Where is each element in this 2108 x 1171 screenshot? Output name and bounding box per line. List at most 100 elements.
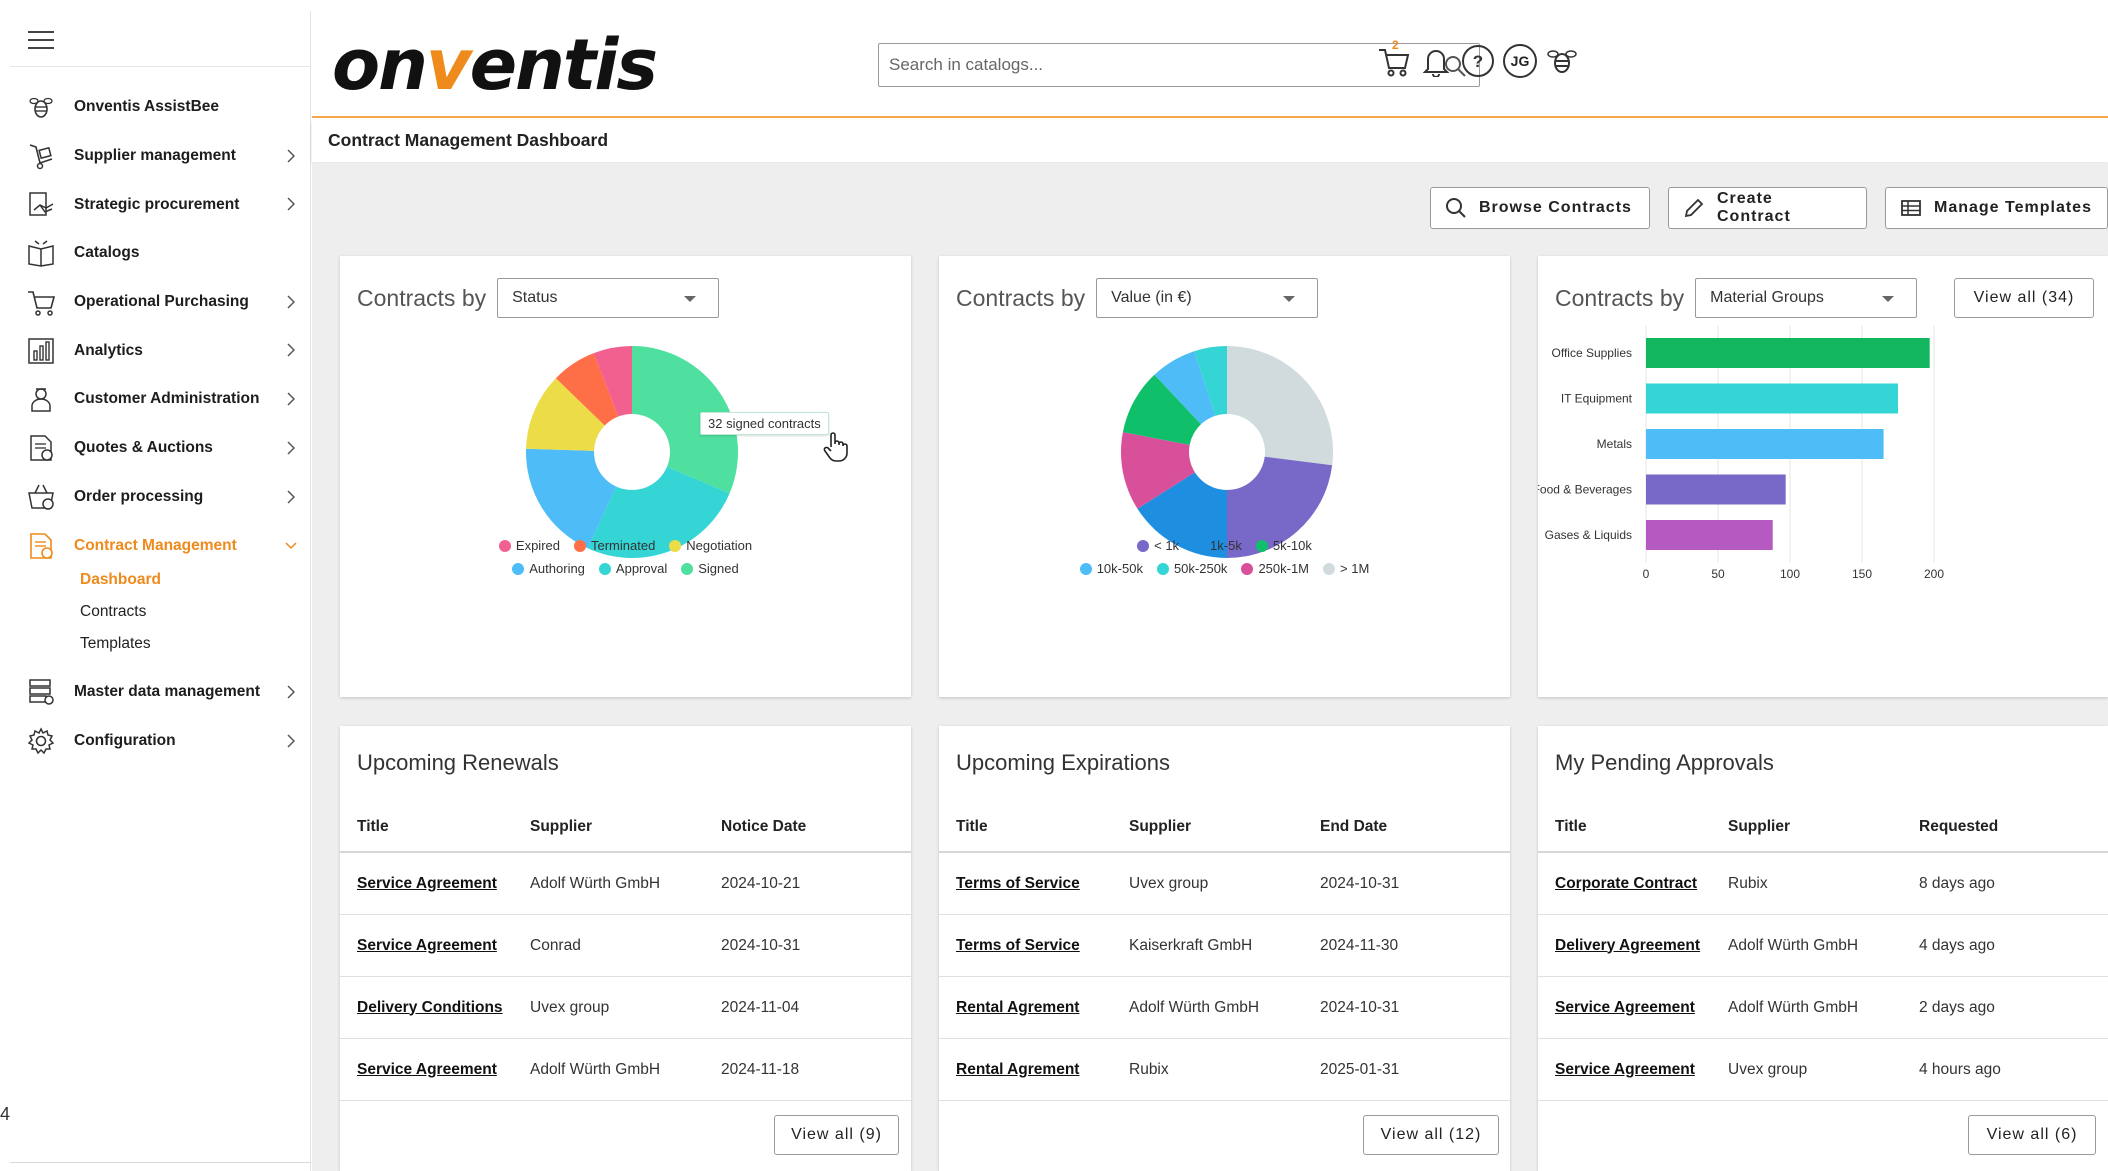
- chevron-right-icon: [287, 197, 295, 211]
- sidebar-item-onventis-assistbee[interactable]: Onventis AssistBee: [10, 83, 311, 132]
- table-header: Title Supplier End Date: [939, 802, 1510, 853]
- bar-it-equipment[interactable]: [1646, 383, 1898, 414]
- column-header[interactable]: Requested: [1919, 818, 2108, 836]
- column-header[interactable]: End Date: [1320, 818, 1510, 836]
- expirations-view-all-button[interactable]: View all (12): [1363, 1115, 1499, 1155]
- handshake-icon: [26, 190, 56, 220]
- status-select[interactable]: Status: [497, 278, 720, 318]
- legend-item[interactable]: Signed: [681, 561, 739, 576]
- legend-dot: [681, 562, 694, 575]
- sidebar-item-strategic-procurement[interactable]: Strategic procurement: [10, 180, 311, 229]
- chevron-right-icon: [287, 343, 295, 357]
- sidebar-item-analytics[interactable]: Analytics: [10, 326, 311, 375]
- sidebar-item-catalogs[interactable]: Catalogs: [10, 229, 311, 278]
- browse-contracts-button[interactable]: Browse Contracts: [1430, 187, 1650, 229]
- bar-metals[interactable]: [1646, 429, 1884, 459]
- legend-label: Negotiation: [686, 538, 753, 553]
- column-header[interactable]: Title: [340, 818, 530, 836]
- svg-text:?: ?: [1473, 52, 1483, 71]
- legend-item[interactable]: 5k-10k: [1255, 538, 1312, 553]
- bar-food-beverages[interactable]: [1646, 474, 1786, 505]
- sidebar-item-contract-management[interactable]: Contract Management: [10, 521, 311, 570]
- legend-item[interactable]: Negotiation: [669, 538, 752, 553]
- chevron-right-icon: [287, 489, 295, 504]
- donut-hole: [594, 414, 670, 490]
- contract-title-link[interactable]: Rental Agrement: [939, 1061, 1129, 1079]
- y-category-label: Gases & Liquids: [1545, 528, 1632, 542]
- cart-button[interactable]: 2: [1374, 38, 1414, 81]
- legend-item[interactable]: Terminated: [573, 538, 655, 553]
- contract-title-link[interactable]: Corporate Contract: [1538, 875, 1728, 893]
- contract-title-link[interactable]: Service Agreement: [340, 875, 530, 893]
- sidebar-item-supplier-management[interactable]: Supplier management: [10, 132, 311, 181]
- column-header[interactable]: Title: [1538, 818, 1728, 836]
- column-header[interactable]: Supplier: [530, 818, 721, 836]
- supplier-icon: [26, 141, 56, 171]
- sidebar-item-quotes-auctions[interactable]: Quotes & Auctions: [10, 424, 311, 473]
- user-avatar-button[interactable]: JG: [1500, 41, 1540, 81]
- column-header[interactable]: Notice Date: [721, 818, 911, 836]
- avatar: JG: [1503, 44, 1537, 78]
- sidebar-item-configuration[interactable]: Configuration: [10, 717, 311, 766]
- legend-item[interactable]: < 1k: [1137, 538, 1179, 553]
- column-header[interactable]: Supplier: [1129, 818, 1320, 836]
- sidebar-item-order-processing[interactable]: Order processing: [10, 473, 311, 522]
- legend-item[interactable]: 50k-250k: [1156, 561, 1227, 576]
- bar-office-supplies[interactable]: [1646, 338, 1930, 368]
- value-select[interactable]: Value (in €): [1096, 278, 1319, 318]
- material-chart-card: Contracts by Material Groups View all (3…: [1538, 256, 2108, 697]
- contract-title-link[interactable]: Terms of Service: [939, 875, 1129, 893]
- legend-dot: [498, 539, 511, 552]
- renewals-title: Upcoming Renewals: [357, 750, 559, 775]
- create-contract-button[interactable]: Create Contract: [1668, 187, 1867, 229]
- contract-title-link[interactable]: Service Agreement: [1538, 999, 1728, 1017]
- sidebar-item-customer-administration[interactable]: Customer Administration: [10, 375, 311, 424]
- bee-icon: [1547, 50, 1577, 73]
- contract-title-link[interactable]: Delivery Agreement: [1538, 937, 1728, 955]
- bar-gases-liquids[interactable]: [1646, 520, 1773, 550]
- sidebar-item-label: Master data management: [74, 683, 261, 701]
- supplier-cell: Uvex group: [1728, 1060, 1808, 1078]
- sidebar-item-master-data-management[interactable]: Master data management: [10, 668, 311, 717]
- table-row: Rental Agrement Rubix 2025-01-31: [939, 1039, 1510, 1101]
- approvals-view-all-button[interactable]: View all (6): [1968, 1115, 2096, 1155]
- approvals-card: My Pending Approvals Title Supplier Reques…: [1538, 726, 2108, 1171]
- table-header: Title Supplier Notice Date: [340, 802, 911, 853]
- column-header[interactable]: Title: [939, 818, 1129, 836]
- help-button[interactable]: ?: [1458, 41, 1498, 81]
- table-row: Service Agreement Adolf Würth GmbH 2024-10…: [340, 853, 911, 915]
- status-pie-chart[interactable]: [487, 336, 777, 626]
- notifications-button[interactable]: [1416, 41, 1456, 81]
- legend-item[interactable]: 10k-50k: [1079, 561, 1143, 576]
- value-pie-chart[interactable]: [1082, 336, 1372, 626]
- supplier-cell: Uvex group: [1129, 874, 1209, 892]
- contract-title-link[interactable]: Rental Agrement: [939, 999, 1129, 1017]
- legend-item[interactable]: 1k-5k: [1193, 538, 1242, 553]
- assistbee-button[interactable]: [1542, 41, 1582, 81]
- table-row: Corporate Contract Rubix 8 days ago: [1538, 853, 2108, 915]
- column-header[interactable]: Supplier: [1728, 818, 1919, 836]
- stray-digit: 4: [0, 1104, 11, 1124]
- contract-title-link[interactable]: Terms of Service: [939, 937, 1129, 955]
- hamburger-menu-icon[interactable]: [28, 31, 54, 51]
- legend-item[interactable]: Expired: [498, 538, 560, 553]
- contract-title-link[interactable]: Delivery Conditions: [340, 999, 530, 1017]
- approvals-title: My Pending Approvals: [1555, 750, 1774, 775]
- search-input[interactable]: [889, 44, 1429, 86]
- subnav-item-contracts[interactable]: Contracts: [80, 596, 311, 628]
- contract-title-link[interactable]: Service Agreement: [340, 1061, 530, 1079]
- legend-item[interactable]: > 1M: [1323, 561, 1369, 576]
- manage-templates-button[interactable]: Manage Templates: [1885, 187, 2108, 229]
- renewals-view-all-button[interactable]: View all (9): [774, 1115, 899, 1155]
- sidebar-item-operational-purchasing[interactable]: Operational Purchasing: [10, 278, 311, 327]
- contract-title-link[interactable]: Service Agreement: [1538, 1061, 1728, 1079]
- legend-label: 250k-1M: [1258, 561, 1310, 576]
- legend-item[interactable]: 250k-1M: [1241, 561, 1309, 576]
- material-bar-chart[interactable]: 0 50 100 150 200 Office Supplies IT Equipment M…: [1538, 256, 2108, 697]
- onventis-logo[interactable]: onventis: [332, 25, 658, 105]
- legend-item[interactable]: Authoring: [512, 561, 585, 576]
- contract-title-link[interactable]: Service Agreement: [340, 937, 530, 955]
- subnav-item-templates[interactable]: Templates: [80, 628, 311, 660]
- legend-item[interactable]: Approval: [598, 561, 667, 576]
- date-cell: 8 days ago: [1919, 874, 1995, 892]
